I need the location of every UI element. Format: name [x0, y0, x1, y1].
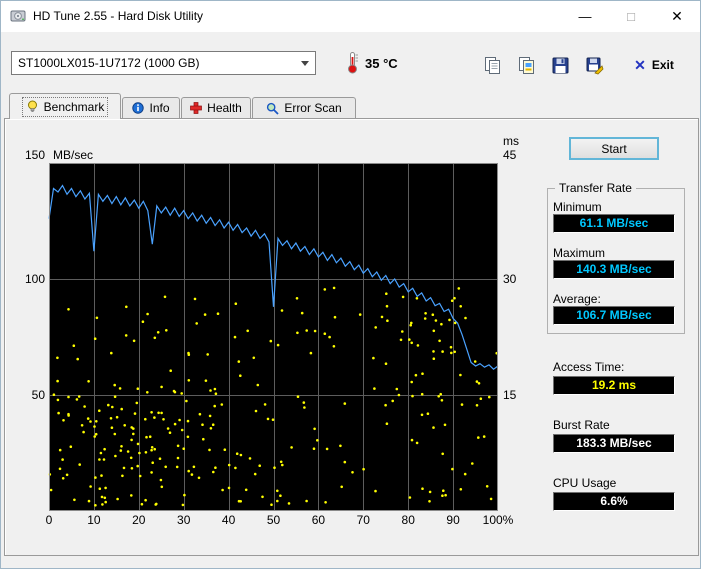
maximize-button[interactable]: □	[608, 1, 654, 32]
maximum-label: Maximum	[553, 246, 606, 260]
svg-text:50: 50	[32, 388, 46, 402]
svg-text:15: 15	[503, 388, 517, 402]
svg-text:30: 30	[177, 513, 191, 527]
svg-text:45: 45	[503, 148, 517, 162]
tab-benchmark-label: Benchmark	[43, 99, 105, 114]
svg-text:20: 20	[132, 513, 146, 527]
magnifier-icon	[267, 102, 279, 115]
burst-rate-label: Burst Rate	[553, 418, 610, 432]
average-label: Average:	[553, 292, 601, 306]
save-screenshot-button[interactable]	[545, 52, 575, 78]
copy-text-button[interactable]	[477, 52, 507, 78]
health-cross-icon	[190, 102, 203, 114]
minimum-value: 61.1 MB/sec	[553, 214, 675, 233]
svg-text:50: 50	[267, 513, 281, 527]
svg-text:30: 30	[503, 272, 517, 286]
save-icon	[552, 57, 568, 73]
svg-text:70: 70	[357, 513, 371, 527]
cpu-usage-value: 6.6%	[553, 492, 675, 511]
minimize-button[interactable]: —	[562, 1, 608, 32]
svg-text:60: 60	[312, 513, 326, 527]
copy-image-icon	[518, 56, 534, 74]
title-bar[interactable]: HD Tune 2.55 - Hard Disk Utility — □ ✕	[1, 1, 700, 32]
tab-info[interactable]: Info	[122, 97, 180, 118]
svg-text:ms: ms	[503, 134, 519, 148]
plot-area	[49, 163, 498, 511]
copy-text-icon	[484, 56, 500, 74]
app-icon	[10, 8, 26, 29]
exit-label: Exit	[651, 58, 674, 72]
access-time-value: 19.2 ms	[553, 376, 675, 395]
save-as-icon	[586, 57, 603, 74]
temperature-readout: 35 °C	[365, 56, 398, 71]
svg-text:90: 90	[446, 513, 460, 527]
start-button[interactable]: Start	[569, 137, 659, 160]
dropdown-arrow-icon	[295, 52, 315, 74]
benchmark-chart: MB/secms150100504530150 10 20 30 40 50 60 70 80 9…	[25, 134, 519, 527]
svg-text:MB/sec: MB/sec	[53, 148, 93, 162]
tab-error-scan[interactable]: Error Scan	[252, 97, 356, 118]
average-value: 106.7 MB/sec	[553, 306, 675, 325]
tab-health[interactable]: Health	[181, 97, 251, 118]
burst-rate-value: 183.3 MB/sec	[553, 434, 675, 453]
svg-text:80: 80	[402, 513, 416, 527]
thermometer-icon	[345, 51, 360, 79]
tab-health-label: Health	[207, 101, 242, 115]
tab-info-label: Info	[149, 101, 170, 115]
close-button[interactable]: ✕	[654, 1, 700, 32]
minimum-label: Minimum	[553, 200, 602, 214]
transfer-rate-title: Transfer Rate	[555, 181, 636, 195]
svg-text:100: 100	[25, 272, 45, 286]
app-window: HD Tune 2.55 - Hard Disk Utility — □ ✕ S…	[0, 0, 701, 569]
maximum-value: 140.3 MB/sec	[553, 260, 675, 279]
info-icon	[132, 102, 145, 114]
exit-icon: ✕	[634, 56, 646, 73]
svg-text:40: 40	[222, 513, 236, 527]
exit-button[interactable]: ✕ Exit	[617, 52, 691, 78]
svg-text:0: 0	[46, 513, 53, 527]
drive-selector-value: ST1000LX015-1U7172 (1000 GB)	[18, 56, 200, 70]
cpu-usage-label: CPU Usage	[553, 476, 617, 490]
copy-image-button[interactable]	[511, 52, 541, 78]
svg-text:150: 150	[25, 148, 45, 162]
lightbulb-icon	[27, 100, 37, 112]
window-title: HD Tune 2.55 - Hard Disk Utility	[33, 9, 204, 23]
tab-error-scan-label: Error Scan	[284, 101, 342, 115]
tab-benchmark[interactable]: Benchmark	[9, 93, 121, 119]
svg-text:10: 10	[87, 513, 101, 527]
save-as-button[interactable]	[579, 52, 609, 78]
window-controls: — □ ✕	[562, 1, 700, 32]
drive-selector[interactable]: ST1000LX015-1U7172 (1000 GB)	[11, 51, 316, 75]
access-time-label: Access Time:	[553, 360, 625, 374]
svg-text:100%: 100%	[483, 513, 514, 527]
